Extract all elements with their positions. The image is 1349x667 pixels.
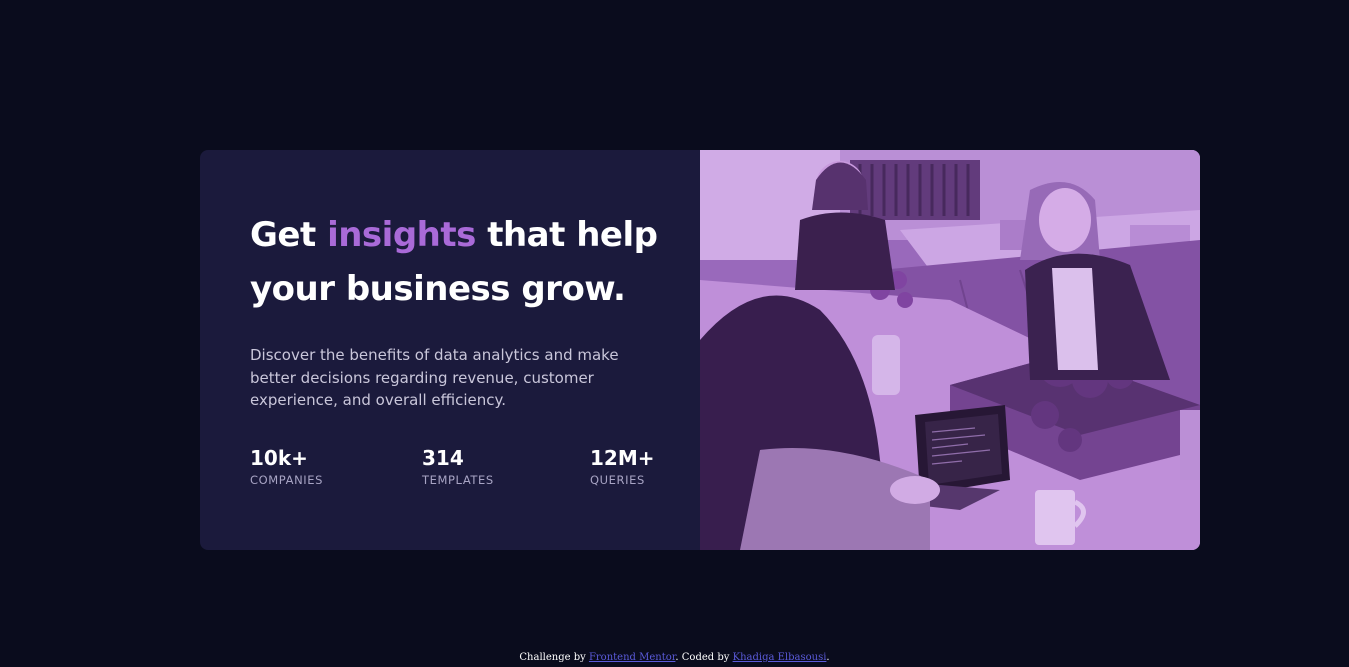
office-photo	[700, 150, 1200, 550]
stat-queries: 12M+ QUERIES	[590, 446, 655, 487]
headline-start: Get	[250, 215, 328, 255]
card-content: Get insights that help your business gro…	[200, 150, 700, 550]
author-link[interactable]: Khadiga Elbasousi	[733, 652, 827, 663]
photo-tint-overlay	[700, 150, 1200, 550]
stat-label: TEMPLATES	[422, 473, 494, 487]
description: Discover the benefits of data analytics …	[250, 346, 619, 409]
stat-value: 12M+	[590, 446, 655, 470]
attribution-middle: . Coded by	[675, 652, 733, 663]
attribution-prefix: Challenge by	[519, 652, 589, 663]
attribution: Challenge by Frontend Mentor. Coded by K…	[0, 652, 1349, 664]
headline: Get insights that help your business gro…	[250, 208, 670, 316]
stat-companies: 10k+ COMPANIES	[250, 446, 323, 487]
stat-label: QUERIES	[590, 473, 645, 487]
attribution-suffix: .	[826, 652, 830, 663]
stat-templates: 314 TEMPLATES	[422, 446, 494, 487]
frontend-mentor-link[interactable]: Frontend Mentor	[589, 652, 675, 663]
stat-value: 314	[422, 446, 464, 470]
stats-row: 10k+ COMPANIES 314 TEMPLATES 12M+ QUERIE…	[250, 446, 670, 496]
headline-accent: insights	[327, 215, 476, 255]
insights-card: Get insights that help your business gro…	[200, 150, 1200, 550]
stat-label: COMPANIES	[250, 473, 324, 487]
stat-value: 10k+	[250, 446, 308, 470]
